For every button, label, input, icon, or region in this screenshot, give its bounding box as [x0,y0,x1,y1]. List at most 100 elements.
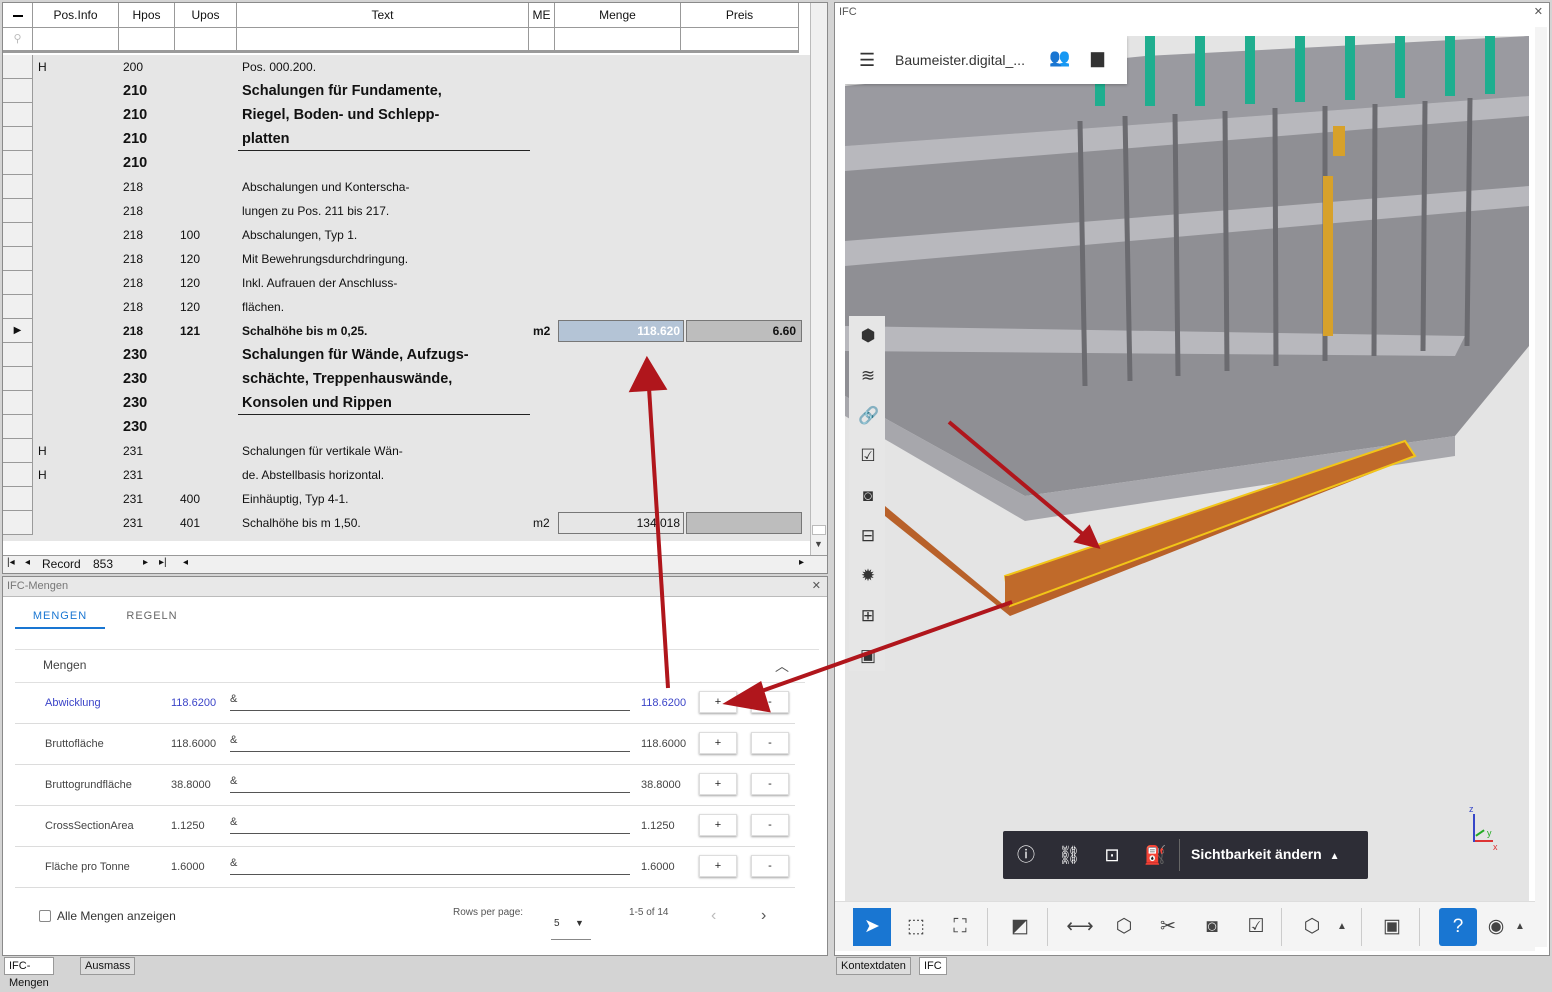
filter-preis[interactable] [681,28,799,50]
screen-eye-icon[interactable]: ▣ [1377,912,1407,942]
hscroll-left-icon[interactable]: ◂ [183,557,188,568]
subtract-button[interactable]: - [751,691,789,713]
viewer-scrollbar[interactable] [1535,27,1547,947]
focus-icon[interactable]: ⊡ [1101,844,1123,866]
box-select-icon[interactable]: ⬚ [901,912,931,942]
measure-icon[interactable]: ⟷ [1065,912,1095,942]
formula-input[interactable] [230,792,630,793]
formula-input[interactable] [230,833,630,834]
table-row[interactable]: 218 lungen zu Pos. 211 bis 217. [3,199,810,223]
table-row[interactable]: 210 [3,151,810,175]
table-row[interactable]: 231 400 Einhäuptig, Typ 4-1. [3,487,810,511]
row-selector[interactable] [3,223,33,247]
scroll-thumb[interactable] [812,525,826,535]
cube-icon[interactable]: ⬢ [858,326,878,346]
tab-ifc-mengen[interactable]: IFC-Mengen [4,957,54,989]
table-row[interactable]: 210 Schalungen für Fundamente, [3,79,810,103]
close-icon[interactable]: ✕ [812,577,821,596]
col-header-text[interactable]: Text [237,3,529,27]
row-selector[interactable] [3,247,33,271]
formula-input[interactable] [230,874,630,875]
row-selector[interactable] [3,463,33,487]
row-selector[interactable] [3,79,33,103]
chevron-up-icon[interactable]: ︿ [775,656,789,676]
first-record-icon[interactable]: |◂ [7,557,15,568]
add-task-icon[interactable]: ☑ [1241,912,1271,942]
table-row[interactable]: 230 [3,415,810,439]
row-selector[interactable] [3,391,33,415]
filter-upos[interactable] [175,28,237,50]
add-button[interactable]: + [699,773,737,795]
record-number[interactable]: 853 [93,557,113,571]
tree-icon[interactable]: ⊟ [858,526,878,546]
cell-preis[interactable] [686,512,802,534]
menu-icon[interactable]: ☰ [859,50,875,71]
table-row[interactable]: 218 120 flächen. [3,295,810,319]
row-selector[interactable] [3,271,33,295]
image-icon[interactable]: ▣ [858,646,878,666]
filter-menge[interactable] [555,28,681,50]
row-selector[interactable] [3,151,33,175]
row-selector[interactable] [3,103,33,127]
filter-icon[interactable]: ⚲ [3,28,33,50]
row-selector[interactable] [3,511,33,535]
row-selector[interactable] [3,343,33,367]
add-button[interactable]: + [699,855,737,877]
row-selector[interactable]: ▶ [3,319,33,343]
tab-ausmass[interactable]: Ausmass [80,957,136,975]
table-row[interactable]: 230 schächte, Treppenhauswände, [3,367,810,391]
subtract-button[interactable]: - [751,814,789,836]
add-button[interactable]: + [699,814,737,836]
show-all-checkbox[interactable] [39,910,51,922]
scroll-down-icon[interactable]: ▼ [814,539,823,549]
last-record-icon[interactable]: ▸| [159,557,167,568]
folder-icon[interactable]: ▆ [1091,48,1104,68]
grid-collapse-toggle[interactable] [3,3,33,27]
add-button[interactable]: + [699,691,737,713]
hierarchy-icon[interactable]: ⊞ [858,606,878,626]
row-selector[interactable] [3,439,33,463]
col-header-hpos[interactable]: Hpos [119,3,175,27]
clipboard-check-icon[interactable]: ☑ [858,446,878,466]
filter-posinfo[interactable] [33,28,119,50]
col-header-preis[interactable]: Preis [681,3,799,27]
table-row[interactable]: 218 120 Mit Bewehrungsdurchdringung. [3,247,810,271]
polygon-icon[interactable]: ⬡ [1109,912,1139,942]
table-row[interactable]: H 200 Pos. 000.200. [3,55,810,79]
filter-text[interactable] [237,28,529,50]
tab-ifc[interactable]: IFC [919,957,947,975]
formula-input[interactable] [230,751,630,752]
table-row[interactable]: 210 platten [3,127,810,151]
col-header-menge[interactable]: Menge [555,3,681,27]
row-selector[interactable] [3,295,33,319]
table-row[interactable]: 230 Schalungen für Wände, Aufzugs- [3,343,810,367]
paint-bucket-icon[interactable]: ⛽ [1144,844,1166,866]
row-selector[interactable] [3,175,33,199]
add-button[interactable]: + [699,732,737,754]
table-row[interactable]: ▶ 218 121 Schalhöhe bis m 0,25. m2 118.620 6.6… [3,319,810,343]
caret-up-icon[interactable]: ▲ [1505,912,1535,942]
project-name[interactable]: Baumeister.digital_... [895,52,1025,68]
formula-input[interactable] [230,710,630,711]
tab-kontextdaten[interactable]: Kontextdaten [836,957,911,975]
info-icon[interactable]: ⓘ [1015,844,1037,866]
help-icon[interactable]: ? [1439,908,1477,946]
visibility-button[interactable]: Sichtbarkeit ändern ▲ [1191,846,1340,862]
col-header-upos[interactable]: Upos [175,3,237,27]
subtract-button[interactable]: - [751,773,789,795]
next-page-icon[interactable]: › [761,907,766,925]
table-row[interactable]: 230 Konsolen und Rippen [3,391,810,415]
col-header-posinfo[interactable]: Pos.Info [33,3,119,27]
table-row[interactable]: 218 120 Inkl. Aufrauen der Anschluss- [3,271,810,295]
filter-me[interactable] [529,28,555,50]
select-pointer-icon[interactable]: ➤ [853,908,891,946]
layers-icon[interactable]: ≋ [858,366,878,386]
contrast-icon[interactable]: ◩ [1005,912,1035,942]
add-user-icon[interactable]: 👥 [1049,48,1070,68]
link-icon[interactable]: 🔗 [858,406,879,426]
prev-record-icon[interactable]: ◂ [25,557,30,568]
row-selector[interactable] [3,55,33,79]
tab-mengen[interactable]: MENGEN [15,605,105,629]
scissors-icon[interactable]: ✂ [1153,912,1183,942]
next-record-icon[interactable]: ▸ [143,557,148,568]
